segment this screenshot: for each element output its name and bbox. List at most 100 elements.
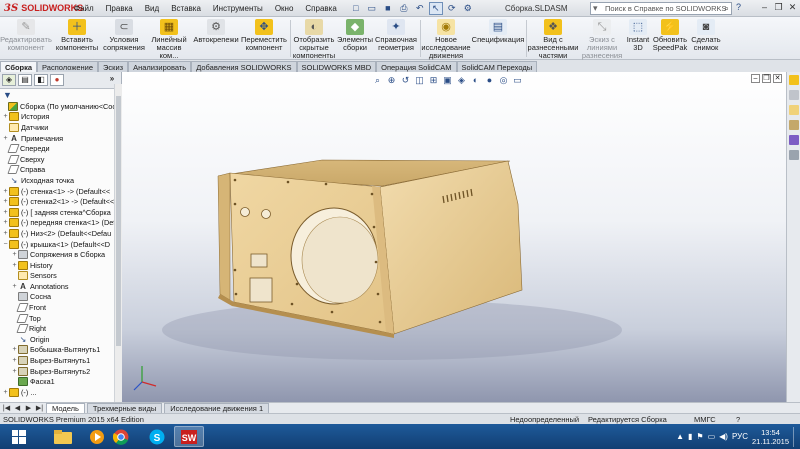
menu-view[interactable]: Вид <box>139 0 165 17</box>
tree-item[interactable]: Front <box>0 302 121 313</box>
custom-properties-icon[interactable] <box>789 150 799 160</box>
tree-expander-icon[interactable]: + <box>11 283 18 290</box>
edit-component-button[interactable]: ✎ Редактировать компонент <box>0 19 52 52</box>
tab-layout[interactable]: Расположение <box>37 61 99 72</box>
next-tab-icon[interactable]: ▶ <box>24 404 33 412</box>
bill-of-materials-button[interactable]: ▤ Спецификация <box>472 19 524 44</box>
tree-item[interactable]: + Вырез-Вытянуть1 <box>0 355 121 366</box>
options-icon[interactable]: ⚙ <box>461 2 475 15</box>
taskbar-solidworks[interactable]: SW <box>174 426 204 447</box>
update-speedpak-button[interactable]: ⚡ Обновить SpeedPak <box>652 19 688 52</box>
tree-expander-icon[interactable]: + <box>2 113 9 120</box>
tree-scrollbar[interactable] <box>114 84 122 402</box>
menu-tools[interactable]: Инструменты <box>207 0 269 17</box>
menu-help[interactable]: Справка <box>299 0 342 17</box>
tree-expander-icon[interactable]: + <box>2 198 9 205</box>
tree-item[interactable]: + Сопряжения в Сборка <box>0 249 121 260</box>
tree-item[interactable]: ↘ Origin <box>0 334 121 345</box>
minimize-icon[interactable]: – <box>759 1 770 13</box>
tree-item[interactable]: + История <box>0 112 121 123</box>
tray-network-icon[interactable]: ▮ <box>688 432 692 441</box>
file-explorer-icon[interactable] <box>789 105 799 115</box>
tree-item[interactable]: Спереди <box>0 143 121 154</box>
graphics-viewport[interactable]: ⌕ ⊕ ↺ ◫ ⊞ ▣ ◈ ◐ ● ◎ ▭ – ❐ ✕ <box>122 72 786 402</box>
tree-item[interactable]: Сверху <box>0 154 121 165</box>
tree-item[interactable]: + Бобышка-Вытянуть1 <box>0 345 121 356</box>
tree-item[interactable]: Сосна <box>0 292 121 303</box>
tree-expander-icon[interactable]: + <box>11 262 18 269</box>
tree-expander-icon[interactable]: + <box>2 389 9 396</box>
tab-3d-views[interactable]: Трехмерные виды <box>86 402 163 414</box>
tree-expander-icon[interactable]: + <box>11 368 18 375</box>
tab-motion-study[interactable]: Исследование движения 1 <box>164 402 270 414</box>
tree-item[interactable]: Датчики <box>0 122 121 133</box>
menu-window[interactable]: Окно <box>269 0 300 17</box>
tree-expander-icon[interactable]: + <box>2 188 9 195</box>
tree-expander-icon[interactable]: + <box>2 219 9 226</box>
appearances-icon[interactable] <box>789 135 799 145</box>
design-library-icon[interactable] <box>789 90 799 100</box>
take-snapshot-button[interactable]: ◙ Сделать снимок <box>690 19 722 52</box>
tray-arrow-icon[interactable]: ▲ <box>676 432 684 441</box>
tree-expander-icon[interactable]: + <box>11 251 18 258</box>
move-component-button[interactable]: ✥ Переместить компонент <box>240 19 288 52</box>
open-folder-icon[interactable]: ▭ <box>365 2 379 15</box>
prev-tab-icon[interactable]: ◀ <box>13 404 22 412</box>
tray-flag-icon[interactable]: ⚑ <box>696 432 703 441</box>
restore-icon[interactable]: ❐ <box>773 1 784 13</box>
tree-item[interactable]: + Вырез-Вытянуть2 <box>0 366 121 377</box>
wooden-box-model[interactable] <box>122 72 786 402</box>
tree-item[interactable]: Sensors <box>0 271 121 282</box>
select-pointer-icon[interactable]: ↖ <box>428 1 443 15</box>
smart-fasteners-button[interactable]: ⚙ Автокрепежи <box>193 19 239 44</box>
tab-solidcam-operation[interactable]: Операция SolidCAM <box>376 61 457 72</box>
feature-tree-tab-icon[interactable]: ◈ <box>2 74 16 86</box>
tab-evaluate[interactable]: Анализировать <box>128 61 192 72</box>
tree-item[interactable]: + (-) Низ<2> (Default<<Defau <box>0 228 121 239</box>
search-icon[interactable]: ⌕ <box>724 3 729 14</box>
tree-item[interactable]: + (-) ... <box>0 387 121 398</box>
tree-expander-icon[interactable]: + <box>2 209 9 216</box>
mate-button[interactable]: ⊂ Условия сопряжения <box>103 19 145 52</box>
tray-volume-icon[interactable]: ◀) <box>719 432 728 441</box>
linear-pattern-button[interactable]: ▦ Линейный массив ком... <box>146 19 192 60</box>
config-manager-tab-icon[interactable]: ◧ <box>34 74 48 86</box>
undo-icon[interactable]: ↶ <box>413 2 427 15</box>
show-desktop-button[interactable] <box>793 426 797 447</box>
menu-insert[interactable]: Вставка <box>165 0 207 17</box>
help-question-icon[interactable]: ? <box>736 2 748 15</box>
tree-expander-icon[interactable]: + <box>11 357 18 364</box>
tree-item[interactable]: Сборка (По умолчанию<Сост <box>0 101 121 112</box>
explode-line-sketch-button[interactable]: ⤡ Эскиз с линиями разнесения <box>580 19 624 60</box>
property-manager-tab-icon[interactable]: ▤ <box>18 74 32 86</box>
tree-item[interactable]: Top <box>0 313 121 324</box>
tab-assembly[interactable]: Сборка <box>0 61 38 72</box>
tree-item[interactable]: + (-) стенка2<1> -> (Default<< <box>0 196 121 207</box>
view-palette-icon[interactable] <box>789 120 799 130</box>
tree-item[interactable]: Right <box>0 323 121 334</box>
tree-item[interactable]: − (-) крышка<1> (Default<<D <box>0 239 121 250</box>
exploded-view-button[interactable]: ❖ Вид с разнесенными частями <box>528 19 578 60</box>
tab-mbd[interactable]: SOLIDWORKS MBD <box>296 61 377 72</box>
resources-icon[interactable] <box>789 75 799 85</box>
start-button[interactable] <box>4 426 34 447</box>
last-tab-icon[interactable]: ▶| <box>35 404 44 412</box>
rebuild-icon[interactable]: ⟳ <box>445 2 459 15</box>
taskbar-chrome[interactable] <box>106 426 136 447</box>
tray-battery-icon[interactable]: ▭ <box>708 432 716 441</box>
tree-item[interactable]: + (-) [ задняя стенка^Сборка <box>0 207 121 218</box>
reference-geometry-button[interactable]: ✦ Справочная геометрия <box>374 19 418 52</box>
instant-3d-button[interactable]: ⬚ Instant 3D <box>626 19 650 52</box>
tab-sketch[interactable]: Эскиз <box>98 61 129 72</box>
display-manager-tab-icon[interactable]: ● <box>50 74 64 86</box>
tree-item[interactable]: + (-) стенка<1> -> (Default<< <box>0 186 121 197</box>
tree-expander-icon[interactable]: − <box>2 241 9 248</box>
tree-item[interactable]: Фаска1 <box>0 376 121 387</box>
new-doc-icon[interactable]: □ <box>349 2 363 15</box>
tree-item[interactable]: + A Annotations <box>0 281 121 292</box>
taskbar-explorer[interactable] <box>48 426 78 447</box>
insert-components-button[interactable]: ＋ Вставить компоненты <box>54 19 100 52</box>
filter-icon[interactable]: ▼ <box>0 89 121 101</box>
tree-expander-icon[interactable]: + <box>2 135 9 142</box>
tree-expander-icon[interactable]: + <box>2 230 9 237</box>
